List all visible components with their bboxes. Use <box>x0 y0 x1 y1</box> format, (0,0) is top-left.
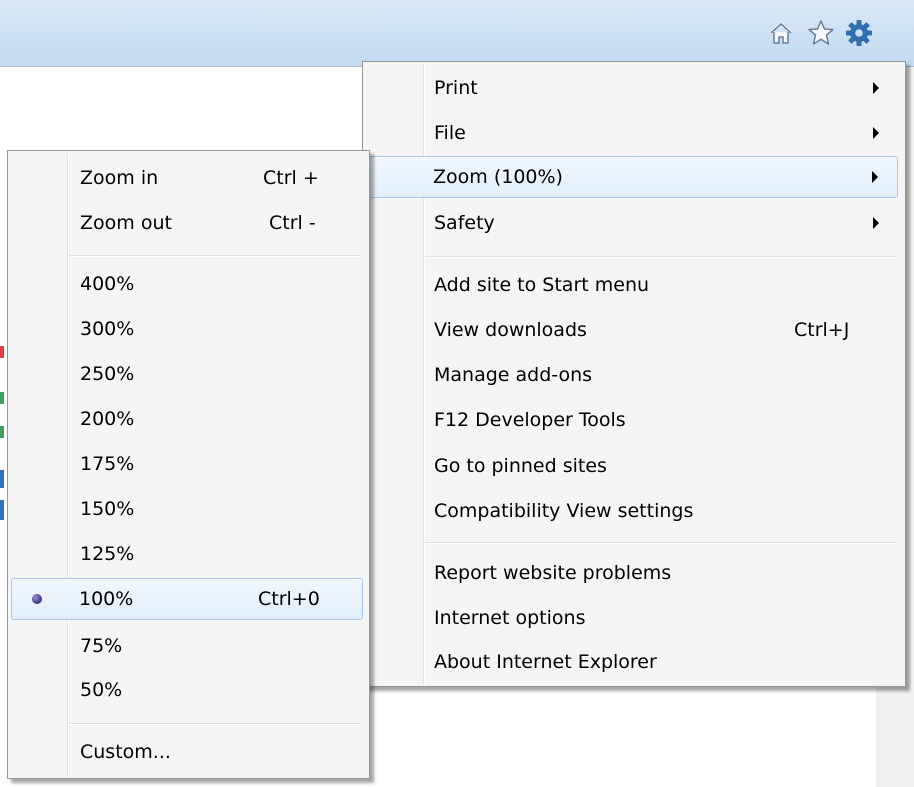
menu-item-zoom[interactable]: Zoom (100%) <box>366 156 898 198</box>
menu-item-label: About Internet Explorer <box>434 651 657 673</box>
menu-item-shortcut: Ctrl+J <box>794 319 850 341</box>
menu-item-label: 200% <box>80 408 135 430</box>
menu-item-about-ie[interactable]: About Internet Explorer <box>366 642 898 682</box>
page-edge-mark <box>0 470 4 488</box>
submenu-arrow-icon <box>873 217 879 229</box>
menu-item-label: Safety <box>434 212 495 234</box>
menu-item-label: File <box>434 122 466 144</box>
menu-item-f12-developer-tools[interactable]: F12 Developer Tools <box>366 400 898 440</box>
menu-item-manage-addons[interactable]: Manage add-ons <box>366 355 898 395</box>
page-edge-mark <box>0 500 4 520</box>
menu-item-label: Go to pinned sites <box>434 455 607 477</box>
menu-item-zoom-175[interactable]: 175% <box>11 444 363 484</box>
menu-item-label: Zoom in <box>80 167 159 189</box>
menu-item-internet-options[interactable]: Internet options <box>366 598 898 638</box>
menu-item-zoom-75[interactable]: 75% <box>11 626 363 666</box>
submenu-arrow-icon <box>873 127 879 139</box>
menu-item-label: Compatibility View settings <box>434 500 694 522</box>
menu-item-zoom-50[interactable]: 50% <box>11 670 363 710</box>
menu-item-label: Zoom (100%) <box>433 166 563 188</box>
menu-item-label: Manage add-ons <box>434 364 593 386</box>
menu-item-safety[interactable]: Safety <box>366 203 898 243</box>
favorites-star-icon[interactable] <box>806 18 836 48</box>
menu-item-label: Custom... <box>80 741 171 763</box>
menu-item-label: F12 Developer Tools <box>434 409 626 431</box>
menu-item-zoom-custom[interactable]: Custom... <box>11 732 363 772</box>
menu-item-label: 175% <box>80 453 135 475</box>
menu-item-label: Internet options <box>434 607 586 629</box>
page-edge-mark <box>0 392 4 404</box>
menu-item-label: Print <box>434 77 478 99</box>
menu-item-zoom-in[interactable]: Zoom in Ctrl + <box>11 158 363 198</box>
menu-item-file[interactable]: File <box>366 113 898 153</box>
menu-item-pinned-sites[interactable]: Go to pinned sites <box>366 446 898 486</box>
menu-separator <box>425 542 897 544</box>
menu-item-label: 75% <box>80 635 123 657</box>
tools-gear-icon[interactable] <box>844 18 874 48</box>
page-edge-mark <box>0 346 4 358</box>
page-edge-mark <box>0 426 4 438</box>
menu-item-zoom-150[interactable]: 150% <box>11 489 363 529</box>
menu-item-print[interactable]: Print <box>366 68 898 108</box>
menu-item-shortcut: Ctrl + <box>263 167 319 189</box>
menu-item-label: 125% <box>80 543 135 565</box>
menu-separator <box>69 723 361 725</box>
zoom-submenu: Zoom in Ctrl + Zoom out Ctrl - 400% 300%… <box>7 150 370 779</box>
menu-item-label: 150% <box>80 498 135 520</box>
menu-item-label: 100% <box>79 588 134 610</box>
tools-menu: Print File Zoom (100%) Safety Add site t… <box>362 61 906 687</box>
menu-item-add-site-to-start[interactable]: Add site to Start menu <box>366 265 898 305</box>
menu-item-label: Add site to Start menu <box>434 274 650 296</box>
menu-item-zoom-400[interactable]: 400% <box>11 264 363 304</box>
menu-item-zoom-100[interactable]: 100% Ctrl+0 <box>11 578 363 620</box>
menu-item-zoom-200[interactable]: 200% <box>11 399 363 439</box>
menu-item-compatibility-view[interactable]: Compatibility View settings <box>366 491 898 531</box>
menu-item-zoom-300[interactable]: 300% <box>11 309 363 349</box>
menu-item-label: 300% <box>80 318 135 340</box>
menu-item-report-problems[interactable]: Report website problems <box>366 553 898 593</box>
menu-item-label: 50% <box>80 679 123 701</box>
menu-separator <box>425 256 897 258</box>
submenu-arrow-icon <box>873 82 879 94</box>
menu-item-zoom-out[interactable]: Zoom out Ctrl - <box>11 203 363 243</box>
menu-item-label: View downloads <box>434 319 587 341</box>
menu-item-zoom-250[interactable]: 250% <box>11 354 363 394</box>
menu-item-shortcut: Ctrl+0 <box>258 588 320 610</box>
home-icon[interactable] <box>766 18 796 48</box>
menu-separator <box>69 255 361 257</box>
menu-item-label: Report website problems <box>434 562 672 584</box>
menu-item-view-downloads[interactable]: View downloads Ctrl+J <box>366 310 898 350</box>
submenu-arrow-icon <box>872 171 878 183</box>
menu-item-zoom-125[interactable]: 125% <box>11 534 363 574</box>
radio-selected-icon <box>32 594 42 604</box>
menu-item-shortcut: Ctrl - <box>269 212 316 234</box>
menu-item-label: Zoom out <box>80 212 172 234</box>
menu-item-label: 400% <box>80 273 135 295</box>
menu-item-label: 250% <box>80 363 135 385</box>
